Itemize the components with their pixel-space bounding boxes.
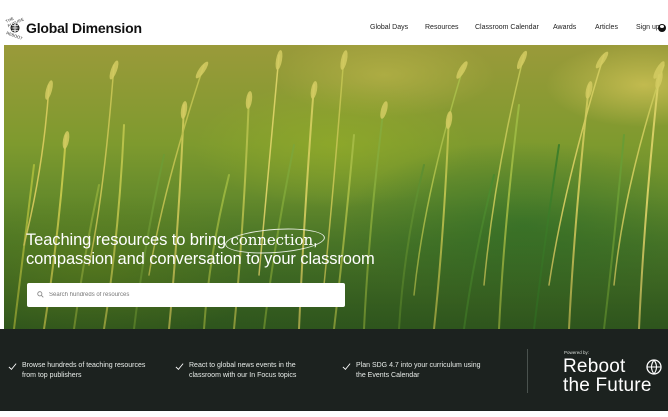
feature-line: Plan SDG 4.7 into your curriculum using: [356, 362, 481, 369]
powered-by-label: Powered by:: [564, 350, 590, 355]
search-input[interactable]: [49, 288, 339, 302]
hero-banner: Teaching resources to bring connection, …: [4, 45, 668, 329]
nav-sign-up[interactable]: Sign up: [636, 24, 660, 31]
hero-headline-line1: Teaching resources to bring connection,: [26, 231, 375, 250]
reboot-logo-line1: Reboot: [563, 356, 626, 377]
reboot-logo-line2: the Future: [563, 375, 652, 396]
hero-headline-line2: compassion and conversation to your clas…: [26, 250, 375, 268]
nav-classroom-calendar[interactable]: Classroom Calendar: [475, 24, 539, 31]
feature-item-browse: Browse hundreds of teaching resources fr…: [8, 361, 145, 381]
band-divider: [527, 349, 528, 393]
hero-headline-emphasis: connection: [230, 231, 314, 249]
feature-text: React to global news events in the class…: [189, 361, 296, 381]
feature-line: classroom with our In Focus topics: [189, 372, 297, 379]
feature-line: Browse hundreds of teaching resources: [22, 362, 146, 369]
nav-awards[interactable]: Awards: [553, 24, 576, 31]
nav-articles[interactable]: Articles: [595, 24, 618, 31]
logo-wordmark: Global Dimension: [26, 20, 142, 36]
search-icon: [37, 291, 44, 298]
reboot-the-future-logo[interactable]: Reboot the Future: [563, 357, 652, 395]
feature-line: from top publishers: [22, 372, 82, 379]
site-header: THE FUTURE REBOOT Global Dimension Globa…: [0, 0, 668, 45]
hero-headline: Teaching resources to bring connection, …: [26, 231, 375, 269]
check-icon: [8, 363, 17, 371]
feature-item-plan: Plan SDG 4.7 into your curriculum using …: [342, 361, 481, 381]
user-icon[interactable]: [658, 24, 666, 32]
logo-badge: THE FUTURE REBOOT: [5, 16, 25, 41]
resource-search-box[interactable]: [27, 283, 345, 307]
reboot-globe-icon: [646, 359, 662, 375]
features-band: Browse hundreds of teaching resources fr…: [0, 329, 668, 411]
nav-resources[interactable]: Resources: [425, 24, 458, 31]
feature-item-react: React to global news events in the class…: [175, 361, 296, 381]
feature-text: Browse hundreds of teaching resources fr…: [22, 361, 145, 381]
page-bottom-strip: [0, 411, 668, 417]
feature-line: React to global news events in the: [189, 362, 296, 369]
site-logo[interactable]: THE FUTURE REBOOT Global Dimension: [5, 16, 142, 41]
check-icon: [342, 363, 351, 371]
check-icon: [175, 363, 184, 371]
hero-headline-part1: Teaching resources to bring: [26, 231, 231, 249]
nav-global-days[interactable]: Global Days: [370, 24, 408, 31]
feature-line: the Events Calendar: [356, 372, 420, 379]
feature-text: Plan SDG 4.7 into your curriculum using …: [356, 361, 481, 381]
